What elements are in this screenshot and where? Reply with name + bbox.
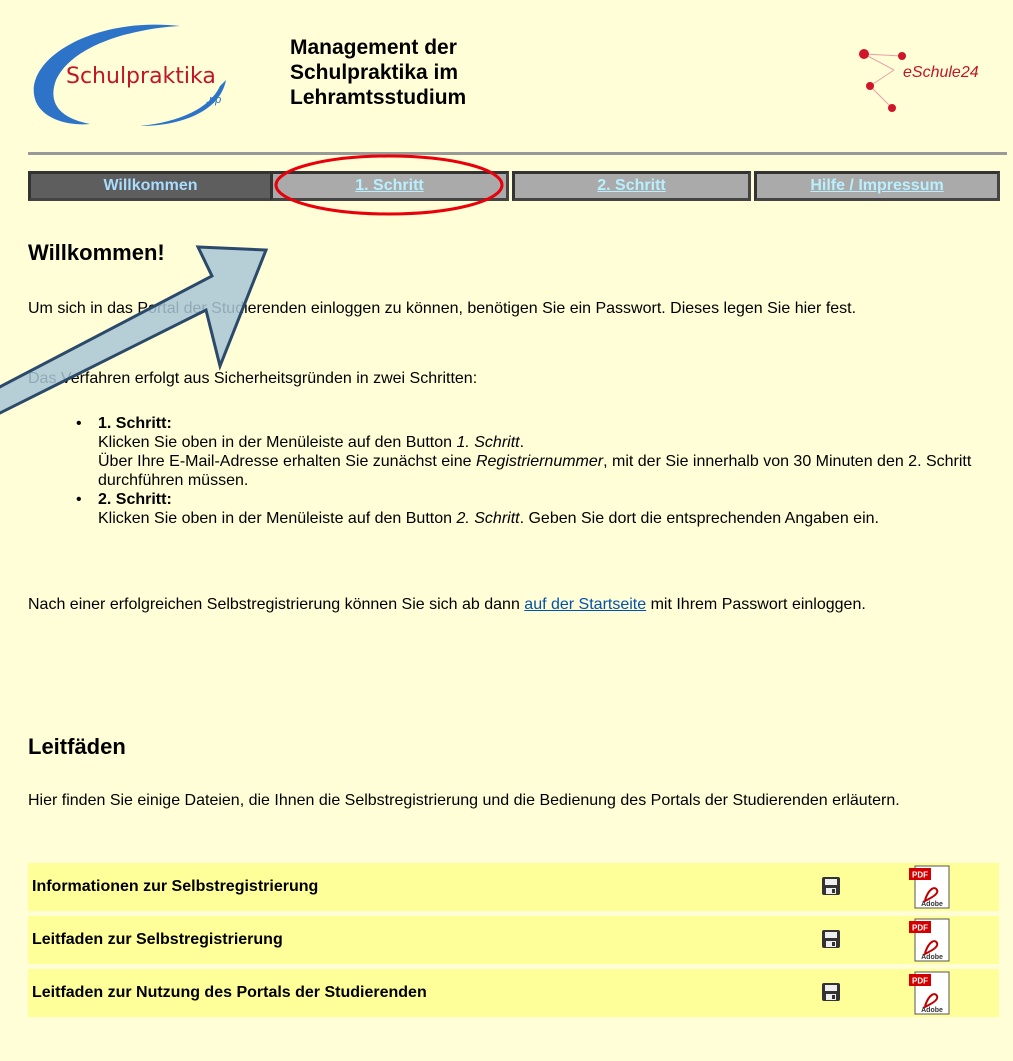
guide-title: Informationen zur Selbstregistrierung bbox=[32, 878, 319, 895]
bullet-icon: • bbox=[76, 415, 82, 432]
save-icon[interactable] bbox=[821, 982, 841, 1002]
step-2-title: 2. Schritt: bbox=[98, 491, 172, 508]
welcome-procedure: Das Verfahren erfolgt aus Sicherheitsgrü… bbox=[28, 370, 478, 387]
page: Schulpraktika .rlp Management der Schulp… bbox=[0, 0, 1013, 1061]
startseite-link[interactable]: auf der Startseite bbox=[524, 596, 646, 613]
schulpraktika-logo[interactable]: Schulpraktika .rlp bbox=[30, 22, 258, 128]
menu-item-schritt-2[interactable]: 2. Schritt bbox=[512, 171, 751, 201]
svg-text:PDF: PDF bbox=[912, 977, 928, 986]
title-line-1: Management der bbox=[290, 36, 457, 59]
svg-text:PDF: PDF bbox=[912, 924, 928, 933]
title-line-2: Schulpraktika im bbox=[290, 61, 459, 84]
after-registration-text-a: Nach einer erfolgreichen Selbstregistrie… bbox=[28, 596, 525, 613]
pointer-arrow-icon bbox=[0, 245, 269, 415]
logo-left-sub-text: .rlp bbox=[206, 94, 222, 106]
menu-item-label: 2. Schritt bbox=[597, 177, 666, 194]
guides-heading: Leitfäden bbox=[28, 734, 126, 759]
after-registration-text: Nach einer erfolgreichen Selbstregistrie… bbox=[28, 595, 1000, 615]
step-1-title: 1. Schritt: bbox=[98, 415, 172, 432]
eschule24-text: eSchule24 bbox=[903, 64, 979, 81]
menu-item-label: Hilfe / Impressum bbox=[810, 177, 944, 194]
step-1-text-a: Klicken Sie oben in der Menüleiste auf d… bbox=[98, 434, 457, 451]
table-row: Leitfaden zur Nutzung des Portals der St… bbox=[28, 969, 999, 1017]
menu-item-label: Willkommen bbox=[103, 177, 198, 194]
registriernummer-emphasis: Registriernummer bbox=[475, 453, 604, 470]
pdf-icon[interactable]: PDF Adobe bbox=[907, 970, 953, 1016]
page-title: Management der Schulpraktika im Lehramts… bbox=[290, 35, 550, 110]
menu-item-hilfe-impressum[interactable]: Hilfe / Impressum bbox=[754, 171, 1000, 201]
main-content: Willkommen! Um sich in das Portal der St… bbox=[28, 240, 1000, 1017]
step-1-emphasis: 1. Schritt bbox=[456, 434, 520, 451]
step-1-text-c: Über Ihre E-Mail-Adresse erhalten Sie zu… bbox=[98, 453, 476, 470]
table-row: Informationen zur Selbstregistrierung PD… bbox=[28, 863, 999, 911]
eschule24-logo[interactable]: eSchule24 bbox=[858, 46, 998, 116]
guide-title: Leitfaden zur Nutzung des Portals der St… bbox=[32, 984, 427, 1001]
menu-item-schritt-1[interactable]: 1. Schritt bbox=[270, 171, 509, 201]
guide-title: Leitfaden zur Selbstregistrierung bbox=[32, 931, 283, 948]
menu-item-label: 1. Schritt bbox=[355, 177, 424, 194]
title-line-3: Lehramtsstudium bbox=[290, 86, 467, 109]
save-icon[interactable] bbox=[821, 929, 841, 949]
guides-intro: Hier finden Sie einige Dateien, die Ihne… bbox=[28, 792, 900, 809]
guides-table: Informationen zur Selbstregistrierung PD… bbox=[28, 863, 999, 1022]
step-1-text-b: . bbox=[519, 434, 525, 451]
svg-text:PDF: PDF bbox=[912, 871, 928, 880]
list-item-step-1: • 1. Schritt: Klicken Sie oben in der Me… bbox=[76, 414, 996, 490]
table-row: Leitfaden zur Selbstregistrierung PDF Ad… bbox=[28, 916, 999, 964]
svg-text:Adobe: Adobe bbox=[921, 954, 943, 961]
step-2-emphasis: 2. Schritt bbox=[456, 510, 520, 527]
svg-text:Adobe: Adobe bbox=[921, 1007, 943, 1014]
step-2-text-b: . Geben Sie dort die entsprechenden Anga… bbox=[519, 510, 879, 527]
after-registration-text-b: mit Ihrem Passwort einloggen. bbox=[646, 596, 866, 613]
logo-left-main-text: Schulpraktika bbox=[66, 64, 216, 89]
pdf-icon[interactable]: PDF Adobe bbox=[907, 864, 953, 910]
pdf-icon[interactable]: PDF Adobe bbox=[907, 917, 953, 963]
list-item-step-2: • 2. Schritt: Klicken Sie oben in der Me… bbox=[76, 490, 996, 528]
step-2-text-a: Klicken Sie oben in der Menüleiste auf d… bbox=[98, 510, 457, 527]
welcome-intro: Um sich in das Portal der Studierenden e… bbox=[28, 300, 857, 317]
bullet-icon: • bbox=[76, 491, 82, 508]
header-divider bbox=[28, 152, 1007, 155]
header: Schulpraktika .rlp Management der Schulp… bbox=[28, 0, 1007, 155]
network-nodes-icon bbox=[859, 49, 906, 112]
welcome-heading: Willkommen! bbox=[28, 240, 165, 265]
save-icon[interactable] bbox=[821, 876, 841, 896]
content-wrapper: Schulpraktika .rlp Management der Schulp… bbox=[28, 0, 1007, 1017]
main-menu: Willkommen 1. Schritt 2. Schritt Hilfe /… bbox=[28, 171, 1000, 201]
svg-text:Adobe: Adobe bbox=[921, 901, 943, 908]
steps-list: • 1. Schritt: Klicken Sie oben in der Me… bbox=[76, 414, 996, 528]
menu-item-willkommen[interactable]: Willkommen bbox=[28, 171, 273, 201]
